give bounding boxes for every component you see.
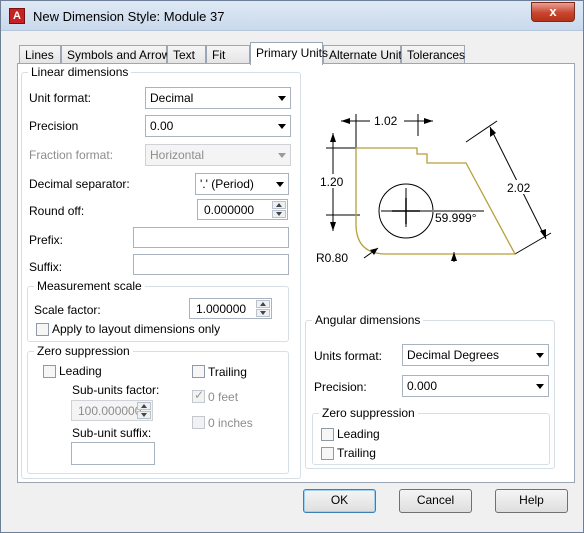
help-button[interactable]: Help	[495, 489, 568, 513]
round-off-value: 0.000000	[204, 203, 255, 217]
dropdown-arrow-icon	[278, 96, 286, 101]
dropdown-arrow-icon	[536, 353, 544, 358]
decimal-separator-select[interactable]: '.' (Period)	[195, 173, 289, 195]
title-bar[interactable]: A New Dimension Style: Module 37 x	[1, 1, 583, 31]
dialog-window: A New Dimension Style: Module 37 x Lines…	[0, 0, 584, 533]
close-button[interactable]: x	[531, 2, 575, 22]
round-off-label: Round off:	[29, 204, 85, 218]
autocad-app-icon: A	[9, 8, 25, 24]
arrowhead-icon	[330, 133, 336, 142]
window-title: New Dimension Style: Module 37	[33, 9, 225, 24]
fraction-format-select[interactable]: Horizontal	[145, 144, 291, 166]
unit-format-select[interactable]: Decimal	[145, 87, 291, 109]
precision-label: Precision	[29, 119, 79, 133]
angular-units-format-label: Units format:	[314, 349, 383, 363]
spin-up-icon[interactable]	[272, 201, 286, 209]
cancel-button[interactable]: Cancel	[399, 489, 472, 513]
leading-checkbox[interactable]	[43, 365, 56, 378]
ok-button[interactable]: OK	[303, 489, 376, 513]
linear-dimensions-title: Linear dimensions	[28, 65, 132, 79]
apply-layout-checkbox[interactable]	[36, 323, 49, 336]
measurement-scale-group: Measurement scale Scale factor: 1.000000…	[27, 279, 289, 342]
leading-label: Leading	[59, 364, 102, 378]
spin-down-icon[interactable]	[272, 210, 286, 218]
arrowhead-icon	[341, 118, 350, 124]
dropdown-arrow-icon	[278, 153, 286, 158]
scale-factor-spinner[interactable]: 1.000000	[189, 298, 272, 319]
preview-part-outline	[355, 147, 517, 255]
prefix-input[interactable]	[133, 227, 289, 248]
zero-suppression-linear-group: Zero suppression Leading Sub-units facto…	[27, 344, 289, 474]
zero-feet-label: 0 feet	[208, 390, 239, 404]
measurement-scale-title: Measurement scale	[34, 279, 145, 293]
zero-inches-checkbox[interactable]	[192, 416, 205, 429]
unit-format-label: Unit format:	[29, 91, 92, 105]
trailing-checkbox[interactable]	[192, 365, 205, 378]
arrowhead-icon	[330, 222, 336, 231]
subunits-factor-value: 100.000000	[78, 404, 142, 418]
scale-factor-label: Scale factor:	[34, 303, 101, 317]
subunit-suffix-label: Sub-unit suffix:	[72, 426, 152, 440]
angular-precision-label: Precision:	[314, 380, 367, 394]
arrowhead-icon	[370, 248, 378, 255]
zero-suppression-angular-group: Zero suppression Leading Trailing	[312, 406, 550, 465]
preview-dim-angle: 59.999°	[435, 211, 477, 225]
arrowhead-icon	[490, 127, 496, 137]
suffix-label: Suffix:	[29, 260, 63, 274]
tab-tolerances[interactable]: Tolerances	[401, 45, 465, 64]
decimal-separator-label: Decimal separator:	[29, 177, 130, 191]
dialog-body: Lines Symbols and Arrows Text Fit Primar…	[7, 31, 577, 528]
preview-dim-left: 1.20	[320, 175, 344, 189]
tab-primary-units[interactable]: Primary Units	[250, 42, 328, 65]
angular-trailing-label: Trailing	[337, 446, 376, 460]
suffix-input[interactable]	[133, 254, 289, 275]
tab-lines[interactable]: Lines	[19, 45, 61, 64]
tab-alternate-units[interactable]: Alternate Units	[323, 45, 408, 64]
linear-dimensions-group: Linear dimensions Unit format: Decimal P…	[21, 65, 301, 479]
tab-symbols-and-arrows[interactable]: Symbols and Arrows	[61, 45, 176, 64]
prefix-label: Prefix:	[29, 233, 64, 247]
zero-suppression-angular-title: Zero suppression	[319, 406, 418, 420]
angular-dimensions-group: Angular dimensions Units format: Decimal…	[305, 313, 555, 469]
dimension-preview: 1.02 1.20 2.02 59.999° R0.80	[316, 113, 552, 265]
spin-up-icon[interactable]	[256, 300, 270, 308]
spin-down-icon[interactable]	[256, 309, 270, 317]
angular-leading-checkbox[interactable]	[321, 428, 334, 441]
scale-factor-value: 1.000000	[196, 302, 247, 316]
preview-dim-right: 2.02	[507, 181, 531, 195]
dropdown-arrow-icon	[276, 182, 284, 187]
fraction-format-label: Fraction format:	[29, 148, 114, 162]
angular-leading-label: Leading	[337, 427, 380, 441]
preview-dim-top: 1.02	[374, 114, 398, 128]
apply-layout-label: Apply to layout dimensions only	[52, 322, 221, 336]
dropdown-arrow-icon	[278, 124, 286, 129]
subunits-factor-label: Sub-units factor:	[72, 383, 160, 397]
angular-units-format-value: Decimal Degrees	[407, 348, 500, 362]
dropdown-arrow-icon	[536, 384, 544, 389]
precision-select[interactable]: 0.00	[145, 115, 291, 137]
round-off-spinner[interactable]: 0.000000	[197, 199, 288, 220]
angular-units-format-select[interactable]: Decimal Degrees	[402, 344, 549, 366]
arrowhead-icon	[424, 118, 433, 124]
tab-fit[interactable]: Fit	[206, 45, 250, 64]
zero-inches-label: 0 inches	[208, 416, 253, 430]
subunit-suffix-input[interactable]	[71, 442, 155, 465]
trailing-label: Trailing	[208, 365, 247, 379]
preview-dim-radius: R0.80	[316, 251, 348, 265]
angular-trailing-checkbox[interactable]	[321, 447, 334, 460]
precision-value: 0.00	[150, 119, 174, 133]
unit-format-value: Decimal	[150, 91, 194, 105]
subunits-factor-spinner[interactable]: 100.000000	[71, 400, 153, 421]
spin-down-icon[interactable]	[137, 411, 151, 419]
angular-precision-value: 0.000	[407, 379, 438, 393]
tab-text[interactable]: Text	[167, 45, 206, 64]
angular-precision-select[interactable]: 0.000	[402, 375, 549, 397]
primary-units-panel: Linear dimensions Unit format: Decimal P…	[17, 63, 575, 483]
spin-up-icon[interactable]	[137, 402, 151, 410]
decimal-separator-value: '.' (Period)	[200, 177, 254, 191]
zero-feet-checkbox[interactable]	[192, 388, 205, 403]
fraction-format-value: Horizontal	[150, 148, 205, 162]
angular-dimensions-title: Angular dimensions	[312, 313, 424, 327]
zero-suppression-linear-title: Zero suppression	[34, 344, 133, 358]
